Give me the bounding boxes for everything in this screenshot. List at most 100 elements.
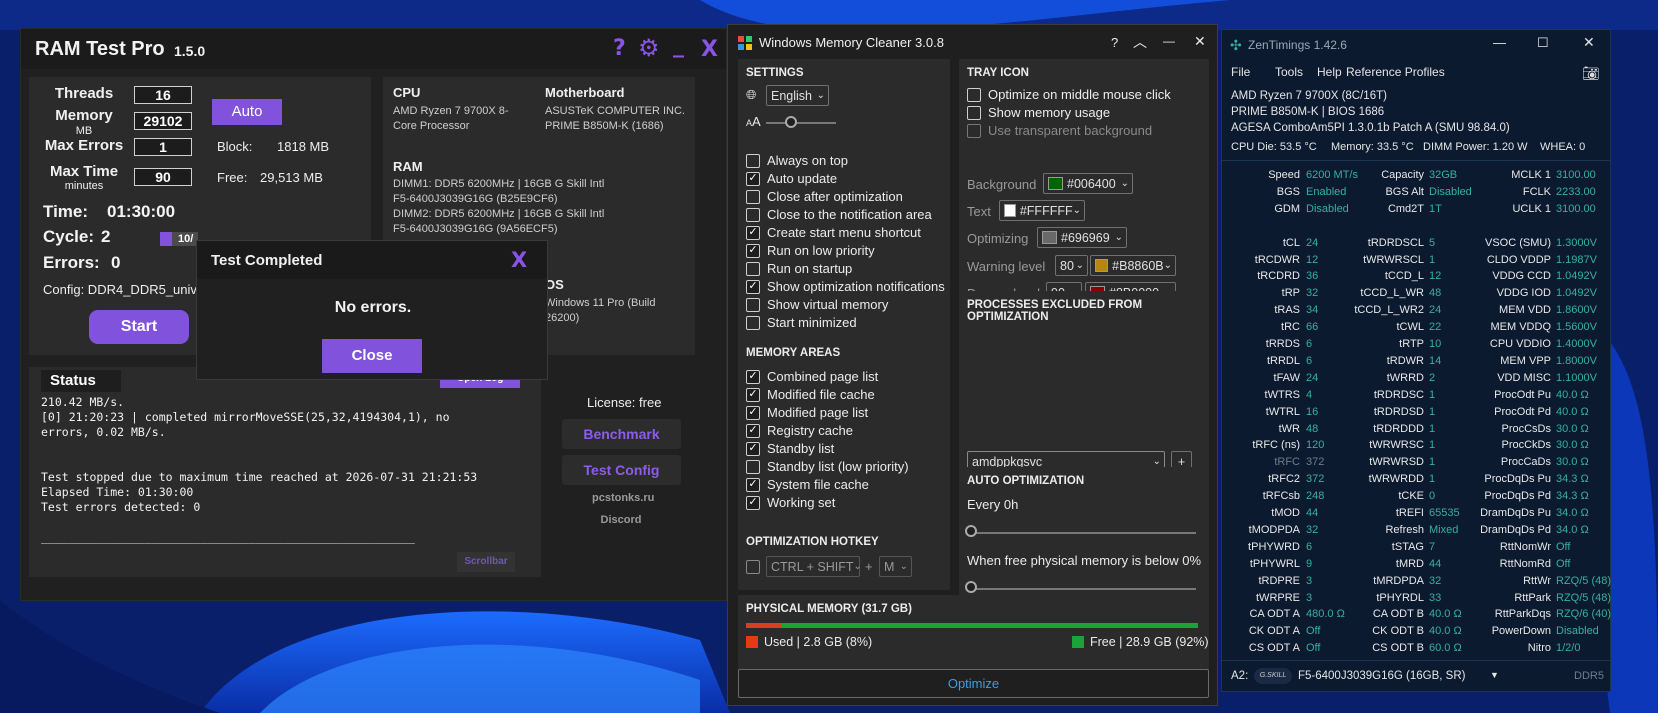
checkbox-show-virtual-memory[interactable]: Show virtual memory (746, 297, 888, 312)
checkbox-standby-list-low-priority[interactable]: Standby list (low priority) (746, 459, 909, 474)
zt-minimize-button[interactable]: — (1493, 35, 1506, 50)
checkbox-start-minimized[interactable]: Start minimized (746, 315, 857, 330)
gear-icon[interactable]: ⚙ (638, 34, 660, 62)
wmc-close-button[interactable]: ✕ (1194, 33, 1206, 50)
checkbox-unchecked-icon[interactable] (746, 315, 760, 330)
checkbox-unchecked-icon[interactable] (746, 189, 760, 204)
zt-dimm-dropdown-icon[interactable]: ▼ (1490, 670, 1499, 680)
site-link[interactable]: pcstonks.ru (592, 492, 654, 504)
zt-close-button[interactable]: ✕ (1583, 34, 1595, 51)
auto-button[interactable]: Auto (212, 99, 282, 125)
warning-color-select[interactable]: #B8860B ⌄ (1090, 255, 1176, 276)
optimizing-color-label: Optimizing (967, 231, 1029, 246)
checkbox-registry-cache[interactable]: ✓ Registry cache (746, 423, 853, 438)
zt-param-label: tWR (1278, 422, 1300, 435)
checkbox-unchecked-icon[interactable] (746, 153, 760, 168)
checkbox-unchecked-icon[interactable] (746, 459, 760, 474)
memory-input[interactable]: 29102 (134, 112, 192, 130)
checkbox-checked-icon[interactable]: ✓ (746, 441, 760, 456)
test-config-button[interactable]: Test Config (562, 455, 681, 485)
threads-input[interactable]: 16 (134, 86, 192, 104)
zt-menu-item[interactable]: Reference Profiles (1346, 65, 1445, 79)
close-button[interactable]: X (701, 37, 718, 62)
benchmark-button[interactable]: Benchmark (562, 419, 681, 449)
optimize-button[interactable]: Optimize (738, 669, 1209, 698)
zt-menu-item[interactable]: Help (1317, 65, 1342, 79)
zt-dimm-select-value[interactable]: F5-6400J3039G16G (16GB, SR) (1298, 670, 1465, 682)
checkbox-checked-icon[interactable]: ✓ (746, 423, 760, 438)
checkbox-show-optimization-notifications[interactable]: ✓ Show optimization notifications (746, 279, 945, 294)
language-select[interactable]: English ⌄ (766, 85, 829, 106)
checkbox-optimize-on-middle-mouse-click[interactable]: Optimize on middle mouse click (967, 87, 1171, 102)
checkbox-run-on-low-priority[interactable]: ✓ Run on low priority (746, 243, 875, 258)
zt-param-label: tREFI (1395, 507, 1424, 519)
warning-level-select[interactable]: 80 ⌄ (1055, 255, 1088, 276)
zt-param-label: tRCDWR (1254, 253, 1300, 266)
checkbox-close-to-the-notification-area[interactable]: Close to the notification area (746, 207, 932, 222)
checkbox-modified-page-list[interactable]: ✓ Modified page list (746, 405, 868, 420)
free-memory-slider-knob[interactable] (965, 581, 977, 593)
dialog-close-button[interactable]: Close (322, 339, 422, 373)
checkbox-combined-page-list[interactable]: ✓ Combined page list (746, 369, 878, 384)
camera-icon[interactable]: 📷︎ (1582, 65, 1600, 82)
zt-menu-item[interactable]: File (1231, 65, 1250, 79)
checkbox-unchecked-icon[interactable] (746, 207, 760, 222)
minimize-button[interactable]: _ (673, 33, 684, 58)
checkbox-show-memory-usage[interactable]: Show memory usage (967, 105, 1110, 120)
font-size-slider[interactable] (766, 122, 836, 124)
wmc-titlebar[interactable]: Windows Memory Cleaner 3.0.8 ? ︿ — ✕ (728, 25, 1217, 61)
free-memory-slider[interactable] (969, 588, 1196, 590)
checkbox-unchecked-icon[interactable] (967, 105, 981, 120)
checkbox-label: Standby list (767, 441, 835, 456)
optimizing-swatch (1042, 231, 1057, 244)
hotkey-key-select[interactable]: M ⌄ (879, 556, 912, 577)
zt-titlebar[interactable]: ✣ ZenTimings 1.42.6 — ☐ ✕ (1222, 30, 1610, 58)
checkbox-checked-icon[interactable]: ✓ (746, 495, 760, 510)
checkbox-standby-list[interactable]: ✓ Standby list (746, 441, 834, 456)
ramtest-titlebar[interactable]: RAM Test Pro 1.5.0 ? ⚙ _ X (21, 29, 726, 69)
discord-link[interactable]: Discord (592, 514, 650, 526)
hotkey-enable-checkbox[interactable] (746, 560, 760, 574)
scrollbar-button[interactable]: Scrollbar (457, 552, 515, 572)
checkbox-checked-icon[interactable]: ✓ (746, 369, 760, 384)
checkbox-system-file-cache[interactable]: ✓ System file cache (746, 477, 869, 492)
hotkey-modifier-select[interactable]: CTRL + SHIFT ⌄ (766, 556, 862, 577)
checkbox-modified-file-cache[interactable]: ✓ Modified file cache (746, 387, 875, 402)
background-color-select[interactable]: #006400 ⌄ (1043, 173, 1133, 194)
checkbox-checked-icon[interactable]: ✓ (746, 387, 760, 402)
font-size-slider-knob[interactable] (785, 116, 797, 128)
wmc-collapse-button[interactable]: ︿ (1133, 32, 1147, 52)
wmc-minimize-button[interactable]: — (1163, 34, 1175, 48)
checkbox-unchecked-icon[interactable] (967, 87, 981, 102)
checkbox-checked-icon[interactable]: ✓ (746, 171, 760, 186)
zt-menu-item[interactable]: Tools (1275, 65, 1303, 79)
text-color-select[interactable]: #FFFFFF ⌄ (999, 200, 1085, 221)
checkbox-checked-icon[interactable]: ✓ (746, 243, 760, 258)
checkbox-unchecked-icon[interactable] (967, 123, 981, 138)
checkbox-run-on-startup[interactable]: Run on startup (746, 261, 852, 276)
wmc-help-button[interactable]: ? (1111, 35, 1118, 50)
every-hours-slider-knob[interactable] (965, 525, 977, 537)
max-time-input[interactable]: 90 (134, 168, 192, 186)
every-hours-slider[interactable] (969, 532, 1196, 534)
checkbox-working-set[interactable]: ✓ Working set (746, 495, 835, 510)
checkbox-use-transparent-background[interactable]: Use transparent background (967, 123, 1152, 138)
zt-maximize-button[interactable]: ☐ (1537, 35, 1549, 51)
help-icon[interactable]: ? (613, 36, 626, 61)
checkbox-checked-icon[interactable]: ✓ (746, 477, 760, 492)
checkbox-checked-icon[interactable]: ✓ (746, 405, 760, 420)
checkbox-checked-icon[interactable]: ✓ (746, 225, 760, 240)
checkbox-unchecked-icon[interactable] (746, 297, 760, 312)
checkbox-auto-update[interactable]: ✓ Auto update (746, 171, 837, 186)
start-button[interactable]: Start (89, 310, 189, 344)
max-errors-input[interactable]: 1 (134, 138, 192, 156)
dialog-titlebar[interactable]: Test Completed X (197, 241, 547, 279)
checkbox-unchecked-icon[interactable] (746, 261, 760, 276)
checkbox-close-after-optimization[interactable]: Close after optimization (746, 189, 903, 204)
zt-param-label: RttNomWr (1499, 540, 1551, 553)
checkbox-create-start-menu-shortcut[interactable]: ✓ Create start menu shortcut (746, 225, 921, 240)
checkbox-always-on-top[interactable]: Always on top (746, 153, 848, 168)
dialog-close-icon[interactable]: X (511, 248, 527, 272)
checkbox-checked-icon[interactable]: ✓ (746, 279, 760, 294)
optimizing-color-select[interactable]: #696969 ⌄ (1037, 227, 1127, 248)
